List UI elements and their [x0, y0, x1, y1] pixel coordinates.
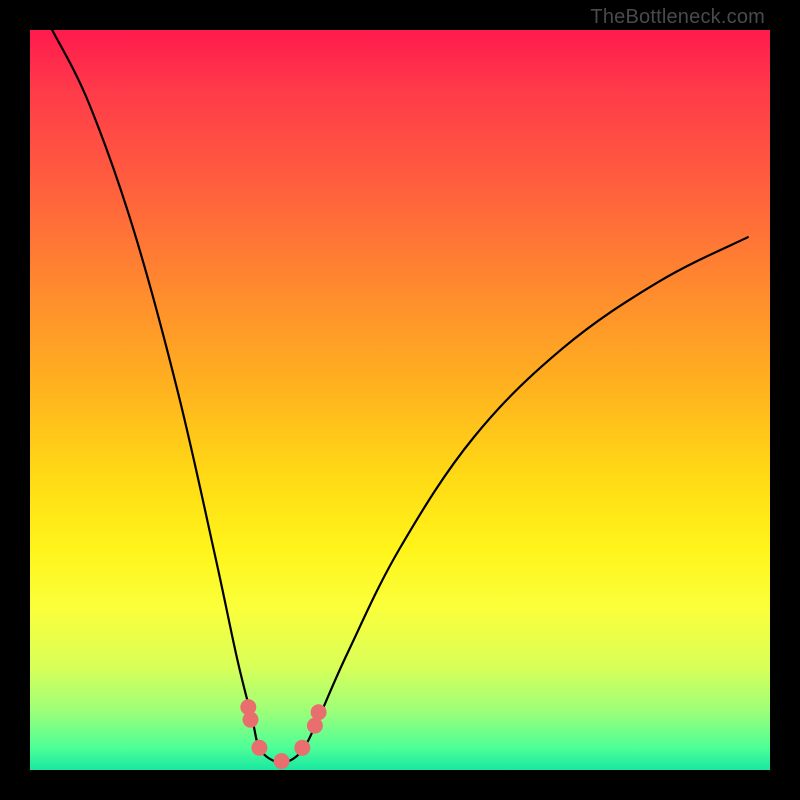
highlight-marker: [274, 753, 290, 769]
highlight-marker: [251, 740, 267, 756]
chart-frame: TheBottleneck.com: [0, 0, 800, 800]
highlight-marker: [243, 712, 259, 728]
highlight-markers: [240, 699, 326, 769]
highlight-marker: [311, 704, 327, 720]
plot-area: [30, 30, 770, 770]
highlight-marker: [294, 740, 310, 756]
attribution-text: TheBottleneck.com: [590, 6, 765, 29]
bottleneck-curve: [52, 30, 748, 763]
curve-svg: [30, 30, 770, 770]
